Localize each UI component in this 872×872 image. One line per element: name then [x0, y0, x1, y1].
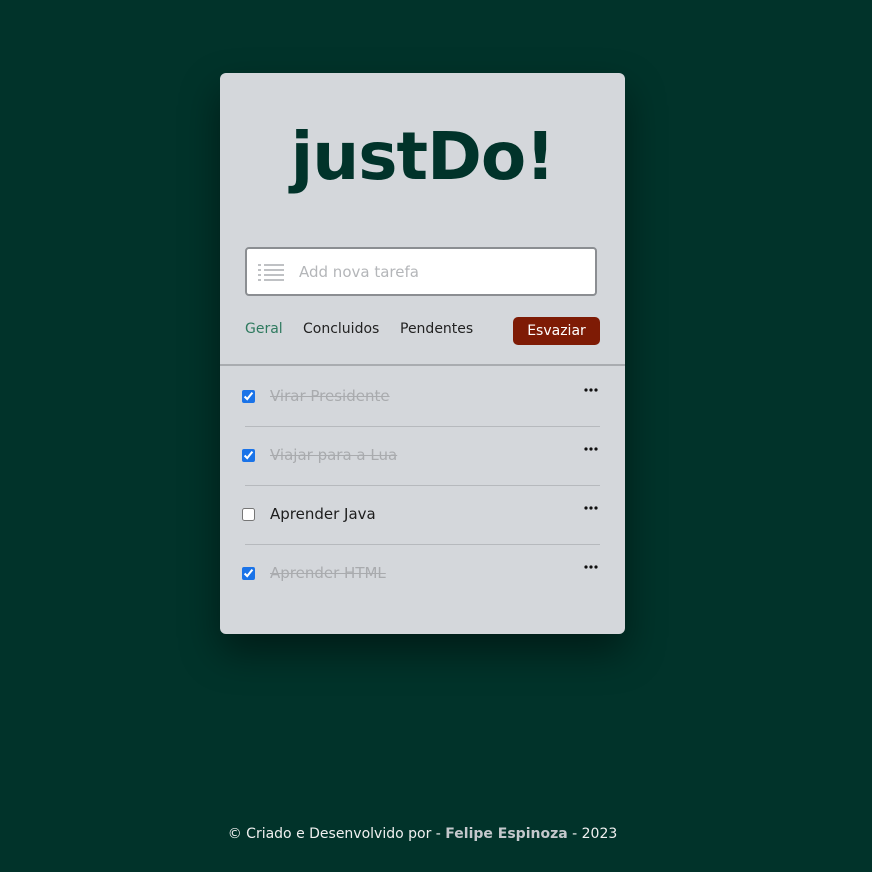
todo-card: justDo! Geral Concluidos Pendentes Esvaz…	[220, 73, 625, 634]
footer-credits: © Criado e Desenvolvido por - Felipe Esp…	[0, 826, 845, 842]
task-item: Aprender HTML	[242, 545, 600, 603]
task-checkbox[interactable]	[242, 567, 255, 580]
footer-suffix: - 2023	[572, 826, 618, 842]
more-options-icon[interactable]	[583, 559, 599, 575]
task-label: Aprender Java	[270, 505, 376, 523]
tab-pendentes[interactable]: Pendentes	[400, 321, 473, 337]
more-options-icon[interactable]	[583, 382, 599, 398]
new-task-input[interactable]	[299, 249, 589, 294]
divider	[220, 364, 625, 366]
new-task-field[interactable]	[245, 247, 597, 296]
task-label: Viajar para a Lua	[270, 446, 398, 464]
tab-concluidos[interactable]: Concluidos	[303, 321, 379, 337]
more-options-icon[interactable]	[583, 441, 599, 457]
task-item: Aprender Java	[242, 486, 600, 545]
task-label: Virar Presidente	[270, 387, 390, 405]
footer-prefix: © Criado e Desenvolvido por -	[227, 826, 441, 842]
task-list: Virar Presidente Viajar para a Lua Apren…	[242, 368, 600, 603]
task-checkbox[interactable]	[242, 390, 255, 403]
tab-geral[interactable]: Geral	[245, 321, 283, 337]
task-item: Viajar para a Lua	[242, 427, 600, 486]
more-options-icon[interactable]	[583, 500, 599, 516]
footer-author: Felipe Espinoza	[445, 826, 568, 842]
clear-all-button[interactable]: Esvaziar	[513, 317, 600, 345]
list-icon	[258, 264, 284, 281]
task-checkbox[interactable]	[242, 508, 255, 521]
task-item: Virar Presidente	[242, 368, 600, 427]
task-label: Aprender HTML	[270, 564, 386, 582]
app-logo: justDo!	[290, 118, 556, 195]
task-checkbox[interactable]	[242, 449, 255, 462]
